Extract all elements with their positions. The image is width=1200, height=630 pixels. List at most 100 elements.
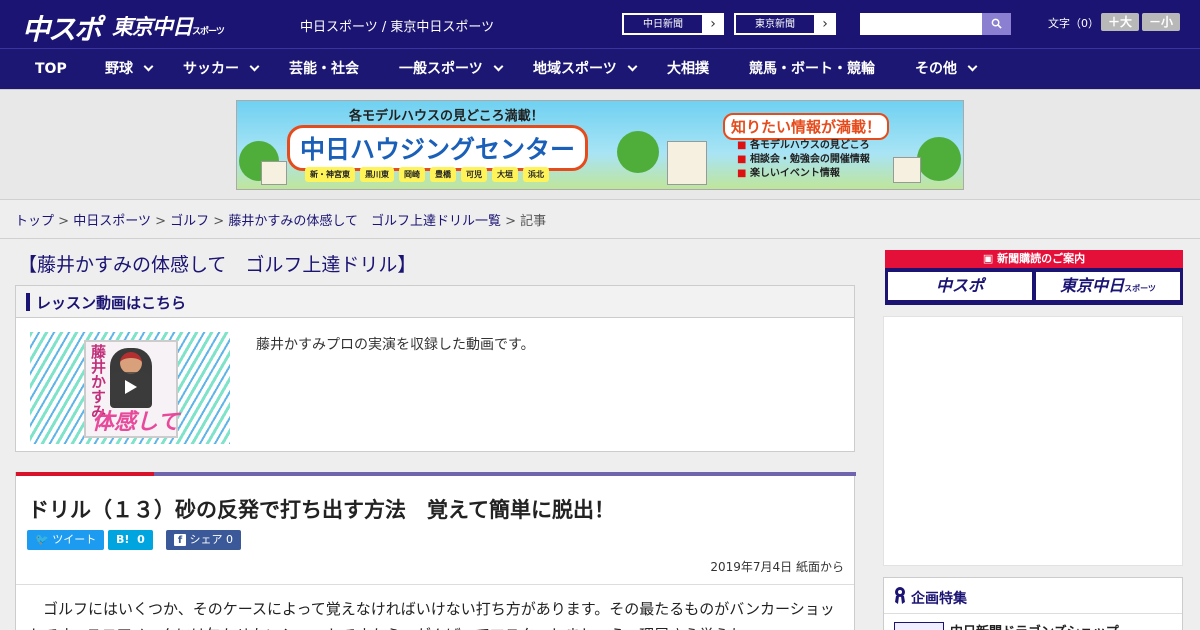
golfer-face bbox=[120, 352, 142, 374]
tweet-label: ツイート bbox=[52, 533, 97, 546]
article-body: ゴルフにはいくつか、そのケースによって覚えなければいけない打ち方があります。その… bbox=[28, 600, 835, 630]
nav-label: その他 bbox=[915, 61, 957, 77]
nav-item-top[interactable]: TOP bbox=[35, 49, 67, 91]
breadcrumb-separator: > bbox=[58, 214, 70, 229]
tree-decoration bbox=[617, 131, 659, 173]
facebook-share-button[interactable]: f シェア 0 bbox=[166, 530, 241, 550]
tokyo-chunichi-subscribe-logo[interactable]: 東京中日スポーツ bbox=[1036, 272, 1180, 300]
chevron-right-icon: › bbox=[822, 16, 828, 32]
nav-item-entertainment[interactable]: 芸能・社会 bbox=[289, 49, 359, 91]
nav-item-general-sports[interactable]: 一般スポーツ bbox=[399, 49, 504, 91]
breadcrumb-current: 記事 bbox=[520, 214, 547, 229]
lesson-video-heading: レッスン動画はこちら bbox=[36, 294, 187, 312]
nav-item-racing[interactable]: 競馬・ボート・競輪 bbox=[749, 49, 875, 91]
breadcrumb-link-golf[interactable]: ゴルフ bbox=[170, 214, 209, 229]
tokyo-logo-small: スポーツ bbox=[192, 27, 225, 37]
breadcrumb-separator: > bbox=[213, 214, 225, 229]
breadcrumb-link-top[interactable]: トップ bbox=[15, 214, 54, 229]
search-button[interactable] bbox=[982, 13, 1011, 35]
play-icon[interactable] bbox=[110, 372, 150, 402]
town-tag: 可児 bbox=[461, 167, 487, 182]
banner-info-list: 各モデルハウスの見どころ 相談会・勉強会の開催情報 楽しいイベント情報 bbox=[737, 139, 870, 181]
nav-label: サッカー bbox=[183, 61, 239, 77]
feature-section: 企画特集 中日新聞ドラゴンズショップ bbox=[883, 577, 1183, 630]
font-smaller-button[interactable]: －小 bbox=[1142, 13, 1180, 31]
site-header: 中スポ 東京中日スポーツ 中日スポーツ / 東京中日スポーツ 中日新聞 › 東京… bbox=[0, 0, 1200, 48]
chuspo-logo[interactable]: 中スポ bbox=[22, 8, 102, 48]
nav-item-local-sports[interactable]: 地域スポーツ bbox=[533, 49, 638, 91]
paper-button-label: 東京新聞 bbox=[735, 14, 815, 34]
twitter-icon: 🐦 bbox=[35, 533, 49, 546]
chevron-down-icon bbox=[143, 61, 154, 72]
site-links[interactable]: 中日スポーツ / 東京中日スポーツ bbox=[300, 16, 494, 35]
share-count: 0 bbox=[226, 533, 233, 546]
nav-item-soccer[interactable]: サッカー bbox=[183, 49, 260, 91]
banner-catchphrase: 各モデルハウスの見どころ満載！ bbox=[349, 109, 544, 124]
tokyo-chunichi-logo[interactable]: 東京中日スポーツ bbox=[112, 11, 225, 41]
heading-bar bbox=[26, 293, 30, 311]
nav-item-other[interactable]: その他 bbox=[915, 49, 978, 91]
font-larger-button[interactable]: ＋大 bbox=[1101, 13, 1139, 31]
nav-label: 地域スポーツ bbox=[533, 61, 617, 77]
building-decoration bbox=[667, 141, 707, 185]
divider bbox=[0, 238, 1200, 239]
banner-info-heading: 知りたい情報が満載！ bbox=[723, 113, 890, 140]
subscription-banner[interactable]: ▣ 新聞購読のご案内 中スポ 東京中日スポーツ bbox=[885, 250, 1183, 305]
breadcrumb-separator: > bbox=[505, 214, 517, 229]
banner-info-item: 各モデルハウスの見どころ bbox=[737, 139, 870, 153]
tokyo-logo-text: 東京中日 bbox=[1060, 276, 1125, 295]
article-date: 2019年7月4日 紙面から bbox=[710, 560, 844, 574]
chevron-right-icon: › bbox=[710, 16, 716, 32]
newspaper-icon: ▣ bbox=[982, 252, 994, 265]
house-decoration bbox=[261, 161, 287, 185]
nav-label: 大相撲 bbox=[667, 61, 709, 77]
lesson-video-description: 藤井かすみプロの実演を収録した動画です。 bbox=[256, 337, 535, 353]
chevron-down-icon bbox=[493, 61, 504, 72]
nav-label: 野球 bbox=[105, 61, 133, 77]
subscription-heading-text: 新聞購読のご案内 bbox=[997, 252, 1086, 265]
thumbnail-word: 体感して bbox=[92, 410, 180, 435]
font-size-label: 文字（0） bbox=[1048, 17, 1099, 30]
chevron-down-icon bbox=[627, 61, 638, 72]
hatena-icon: B! bbox=[116, 533, 130, 546]
breadcrumb: トップ > 中日スポーツ > ゴルフ > 藤井かすみの体感して ゴルフ上達ドリル… bbox=[15, 210, 546, 229]
town-tag: 浜北 bbox=[523, 167, 549, 182]
town-tag: 大垣 bbox=[492, 167, 518, 182]
article: ドリル（１３）砂の反発で打ち出す方法 覚えて簡単に脱出！ 🐦 ツイート B! 0… bbox=[15, 472, 856, 630]
subscription-heading: ▣ 新聞購読のご案内 bbox=[885, 250, 1183, 268]
sidebar-ad-slot bbox=[883, 316, 1183, 566]
divider bbox=[884, 613, 1182, 614]
town-tag: 新・神宮東 bbox=[305, 167, 355, 182]
dragons-shop-thumbnail[interactable] bbox=[894, 622, 944, 630]
housing-center-banner[interactable]: 各モデルハウスの見どころ満載！ 中日ハウジングセンター 新・神宮東 黒川東 岡崎… bbox=[236, 100, 964, 190]
hatena-bookmark-button[interactable]: B! 0 bbox=[108, 530, 153, 550]
tweet-button[interactable]: 🐦 ツイート bbox=[27, 530, 105, 550]
feature-item-dragons-shop[interactable]: 中日新聞ドラゴンズショップ bbox=[950, 621, 1119, 630]
subscription-logos: 中スポ 東京中日スポーツ bbox=[885, 268, 1183, 304]
breadcrumb-link-chunichi-sports[interactable]: 中日スポーツ bbox=[73, 214, 151, 229]
search-icon bbox=[991, 18, 1002, 29]
breadcrumb-link-drill-list[interactable]: 藤井かすみの体感して ゴルフ上達ドリル一覧 bbox=[228, 214, 501, 229]
search-input[interactable] bbox=[860, 13, 982, 35]
main-nav: TOP 野球 サッカー 芸能・社会 一般スポーツ 地域スポーツ 大相撲 競馬・ボ… bbox=[0, 48, 1200, 90]
nav-item-sumo[interactable]: 大相撲 bbox=[667, 49, 709, 91]
town-tag: 豊橋 bbox=[430, 167, 456, 182]
tree-decoration bbox=[917, 137, 961, 181]
town-tag: 岡崎 bbox=[399, 167, 425, 182]
banner-info-item: 楽しいイベント情報 bbox=[737, 167, 870, 181]
nav-item-baseball[interactable]: 野球 bbox=[105, 49, 154, 91]
feature-heading: 企画特集 bbox=[911, 591, 967, 607]
nav-label: 一般スポーツ bbox=[399, 61, 483, 77]
ad-banner-area: 各モデルハウスの見どころ満載！ 中日ハウジングセンター 新・神宮東 黒川東 岡崎… bbox=[0, 90, 1200, 200]
article-title: ドリル（１３）砂の反発で打ち出す方法 覚えて簡単に脱出！ bbox=[28, 498, 615, 522]
video-thumbnail[interactable]: 藤井かすみ 体感して bbox=[30, 332, 230, 444]
series-title: 【藤井かすみの体感して ゴルフ上達ドリル】 bbox=[18, 254, 417, 276]
chuspo-subscribe-logo[interactable]: 中スポ bbox=[888, 272, 1032, 300]
lesson-video-header: レッスン動画はこちら bbox=[16, 286, 854, 318]
chunichi-shimbun-button[interactable]: 中日新聞 › bbox=[622, 13, 724, 35]
divider bbox=[16, 584, 854, 585]
tokyo-shimbun-button[interactable]: 東京新聞 › bbox=[734, 13, 836, 35]
banner-info-item: 相談会・勉強会の開催情報 bbox=[737, 153, 870, 167]
share-label: シェア bbox=[189, 533, 223, 546]
lesson-video-box: レッスン動画はこちら 藤井かすみ 体感して 藤井かすみプロの実演を収録した動画で… bbox=[15, 285, 855, 452]
